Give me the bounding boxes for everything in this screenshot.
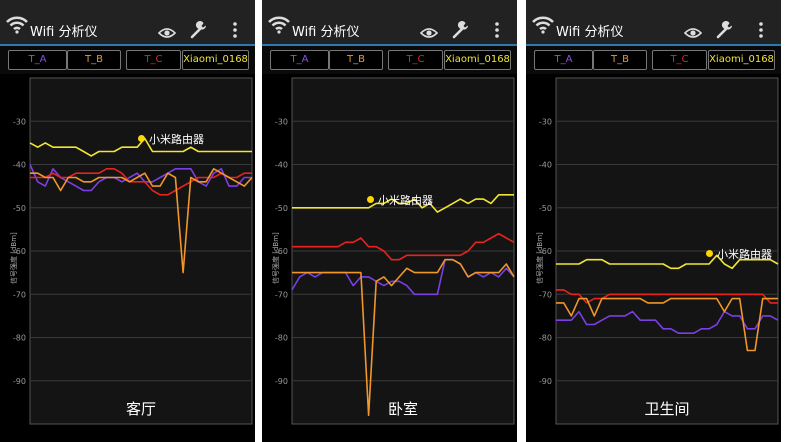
legend-dot [367,196,374,203]
legend-label: 小米路由器 [717,248,772,261]
y-tick-label: -50 [539,204,552,213]
legend-xiaomi-router: 小米路由器 [706,246,772,262]
wrench-icon[interactable] [716,21,734,43]
y-tick-label: -80 [13,334,26,343]
network-tab-t-a[interactable]: T_A [8,50,67,70]
y-tick-label: -40 [275,161,288,170]
y-tick-label: -90 [539,377,552,386]
legend-dot [706,250,713,257]
more-options-icon[interactable] [758,22,764,42]
room-label: 卧室 [387,400,418,418]
network-tab-t-a[interactable]: T_A [534,50,593,70]
network-tab-t-c[interactable]: T_C [126,50,181,70]
legend-dot [138,135,145,142]
network-tab-t-b[interactable]: T_B [329,50,383,70]
network-tab-xiaomi-0168[interactable]: Xiaomi_0168 [444,50,511,70]
y-tick-label: -70 [275,290,288,299]
wrench-icon[interactable] [190,21,208,43]
more-options-icon[interactable] [494,22,500,42]
network-tab-t-c[interactable]: T_C [652,50,707,70]
y-axis-label: 信号强度 [dBm] [10,232,18,284]
app-bar: Wifi 分析仪 [526,0,781,46]
y-tick-label: -90 [13,377,26,386]
y-tick-label: -50 [275,204,288,213]
wifi-analyzer-panel: Wifi 分析仪 T_A T_B T_C Xiaomi_0168 -30 -40 -50 -60… [0,0,255,442]
legend-xiaomi-router: 小米路由器 [138,131,204,147]
wifi-analyzer-panel: Wifi 分析仪 T_A T_B T_C Xiaomi_0168 -30 -40 -50 -60… [526,0,781,442]
room-label: 卫生间 [644,400,690,418]
network-tab-t-b[interactable]: T_B [67,50,121,70]
chart-canvas: -30-40-50-60-70-80-90 [275,77,515,425]
y-tick-label: -40 [539,161,552,170]
legend-label: 小米路由器 [378,194,433,207]
network-filter-bar: T_A T_B T_C Xiaomi_0168 [526,46,781,74]
more-options-icon[interactable] [232,22,238,42]
network-tab-xiaomi-0168[interactable]: Xiaomi_0168 [708,50,775,70]
app-bar: Wifi 分析仪 [0,0,255,46]
network-tab-t-a[interactable]: T_A [270,50,329,70]
wifi-icon [6,16,28,38]
wifi-icon [268,16,290,38]
app-title: Wifi 分析仪 [556,25,624,40]
eye-icon[interactable] [419,24,439,43]
wifi-icon [532,16,554,38]
eye-icon[interactable] [157,24,177,43]
legend-label: 小米路由器 [149,133,204,146]
y-tick-label: -30 [13,117,26,126]
app-title: Wifi 分析仪 [30,25,98,40]
wifi-analyzer-panel: Wifi 分析仪 T_A T_B T_C Xiaomi_0168 -30 -40 -50 -60… [262,0,517,442]
y-tick-label: -90 [275,377,288,386]
network-filter-bar: T_A T_B T_C Xiaomi_0168 [0,46,255,74]
network-tab-t-c[interactable]: T_C [388,50,443,70]
y-tick-label: -50 [13,204,26,213]
legend-xiaomi-router: 小米路由器 [367,192,433,208]
signal-strength-chart: -30 -40 -50 -60 -70 -80 -90 信号强度 [dBm] 卧室 [262,74,517,442]
y-tick-label: -80 [275,334,288,343]
chart-canvas: -30-40-50-60-70-80-90 [13,77,253,425]
room-label: 客厅 [125,400,156,418]
y-tick-label: -70 [539,290,552,299]
network-tab-xiaomi-0168[interactable]: Xiaomi_0168 [182,50,249,70]
network-filter-bar: T_A T_B T_C Xiaomi_0168 [262,46,517,74]
network-tab-t-b[interactable]: T_B [593,50,647,70]
y-tick-label: -30 [275,117,288,126]
eye-icon[interactable] [683,24,703,43]
y-tick-label: -40 [13,161,26,170]
y-tick-label: -30 [539,117,552,126]
y-axis-label: 信号强度 [dBm] [272,232,280,284]
signal-strength-chart: -30 -40 -50 -60 -70 -80 -90 信号强度 [dBm] 客厅 [0,74,255,442]
app-bar: Wifi 分析仪 [262,0,517,46]
wrench-icon[interactable] [452,21,470,43]
y-axis-label: 信号强度 [dBm] [536,232,544,284]
y-tick-label: -80 [539,334,552,343]
y-tick-label: -70 [13,290,26,299]
app-title: Wifi 分析仪 [292,25,360,40]
